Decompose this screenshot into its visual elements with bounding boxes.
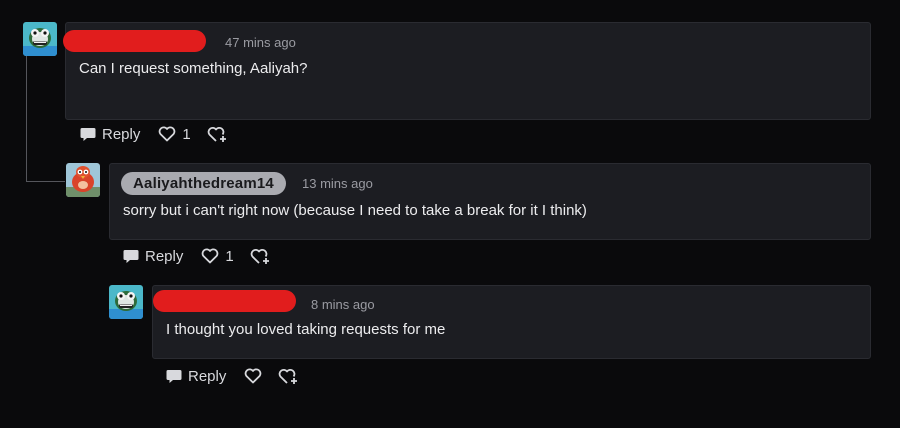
comment-actions: Reply 1 xyxy=(123,246,270,266)
frog-avatar-icon xyxy=(109,285,143,319)
thread-connector-line xyxy=(26,56,65,182)
reply-label: Reply xyxy=(145,247,184,265)
reply-button[interactable]: Reply xyxy=(80,126,140,143)
comment-timestamp: 47 mins ago xyxy=(225,35,296,50)
comment-text: I thought you loved taking requests for … xyxy=(166,321,446,338)
comment-text: sorry but i can't right now (because I n… xyxy=(123,202,587,219)
comment-timestamp: 13 mins ago xyxy=(302,176,373,191)
speech-bubble-icon xyxy=(166,369,182,383)
add-reaction-button[interactable] xyxy=(250,248,270,265)
comment-text: Can I request something, Aaliyah? xyxy=(79,60,308,77)
comment-actions: Reply 1 xyxy=(80,124,227,144)
heart-icon xyxy=(159,126,176,142)
like-button[interactable]: 1 xyxy=(158,125,191,143)
like-button[interactable] xyxy=(244,368,262,384)
avatar[interactable] xyxy=(66,163,100,197)
like-button[interactable]: 1 xyxy=(201,247,234,265)
heart-plus-icon xyxy=(279,368,298,384)
bird-avatar-icon xyxy=(66,163,100,197)
speech-bubble-icon xyxy=(80,127,96,141)
reply-label: Reply xyxy=(102,125,141,143)
comment-actions: Reply xyxy=(166,366,298,386)
add-reaction-button[interactable] xyxy=(278,368,298,385)
reply-button[interactable]: Reply xyxy=(123,248,183,265)
comment-timestamp: 8 mins ago xyxy=(311,297,375,312)
heart-icon xyxy=(245,368,262,384)
avatar[interactable] xyxy=(23,22,57,56)
avatar[interactable] xyxy=(109,285,143,319)
redacted-username xyxy=(63,30,206,52)
frog-avatar-icon xyxy=(23,22,57,56)
reply-button[interactable]: Reply xyxy=(166,368,226,385)
reply-label: Reply xyxy=(188,367,227,385)
speech-bubble-icon xyxy=(123,249,139,263)
heart-plus-icon xyxy=(250,248,269,264)
username-badge[interactable]: Aaliyahthedream14 xyxy=(121,172,286,195)
heart-plus-icon xyxy=(207,126,226,142)
heart-icon xyxy=(202,248,219,264)
add-reaction-button[interactable] xyxy=(207,126,227,143)
redacted-username xyxy=(153,290,296,312)
like-count: 1 xyxy=(182,125,191,143)
like-count: 1 xyxy=(225,247,234,265)
